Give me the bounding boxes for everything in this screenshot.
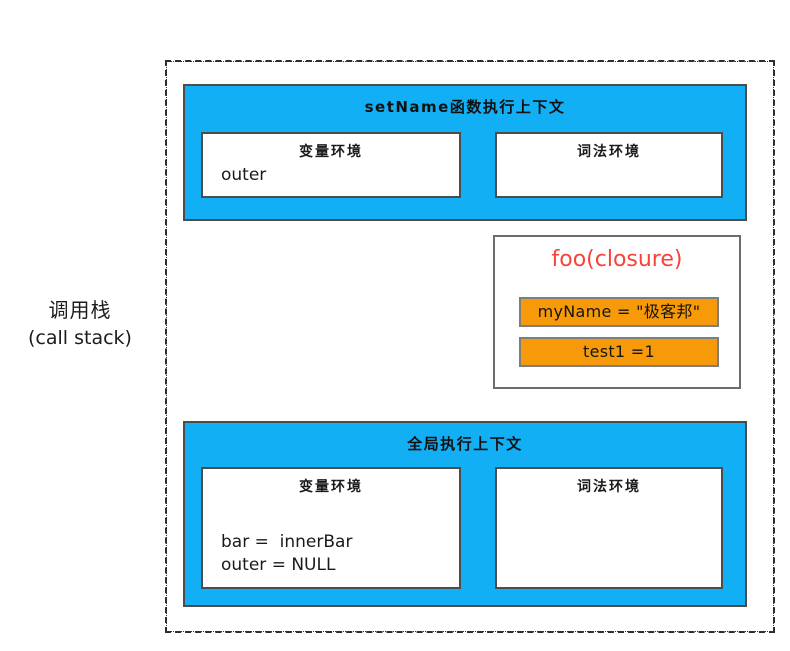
setname-variable-environment-title: 变量环境 xyxy=(299,144,363,160)
setname-variable-environment-entries: outer xyxy=(221,165,267,185)
execution-context-setname-title: setName函数执行上下文 xyxy=(364,98,566,116)
setname-lexical-environment: 词法环境 xyxy=(495,132,723,198)
execution-context-global: 全局执行上下文 变量环境 bar = innerBar outer = NULL… xyxy=(183,421,747,607)
execution-context-global-title: 全局执行上下文 xyxy=(407,435,523,453)
global-variable-environment-entries: bar = innerBar outer = NULL xyxy=(221,532,353,575)
setname-variable-environment: 变量环境 outer xyxy=(201,132,461,198)
global-lexical-environment: 词法环境 xyxy=(495,467,723,589)
closure-box: foo(closure) myName = "极客邦" test1 =1 xyxy=(493,235,741,389)
call-stack-label: 调用栈 (call stack) xyxy=(0,296,160,353)
global-variable-environment-title: 变量环境 xyxy=(299,479,363,495)
closure-title: foo(closure) xyxy=(551,247,683,272)
global-variable-environment: 变量环境 bar = innerBar outer = NULL xyxy=(201,467,461,589)
closure-variable-test1: test1 =1 xyxy=(519,337,719,367)
execution-context-setname: setName函数执行上下文 变量环境 outer 词法环境 xyxy=(183,84,747,221)
call-stack-label-en: (call stack) xyxy=(28,327,132,349)
call-stack-label-cn: 调用栈 xyxy=(48,298,112,322)
global-lexical-environment-title: 词法环境 xyxy=(577,479,641,495)
closure-variable-myname: myName = "极客邦" xyxy=(519,297,719,327)
setname-lexical-environment-title: 词法环境 xyxy=(577,144,641,160)
call-stack-frame: setName函数执行上下文 变量环境 outer 词法环境 foo(closu… xyxy=(165,60,775,633)
